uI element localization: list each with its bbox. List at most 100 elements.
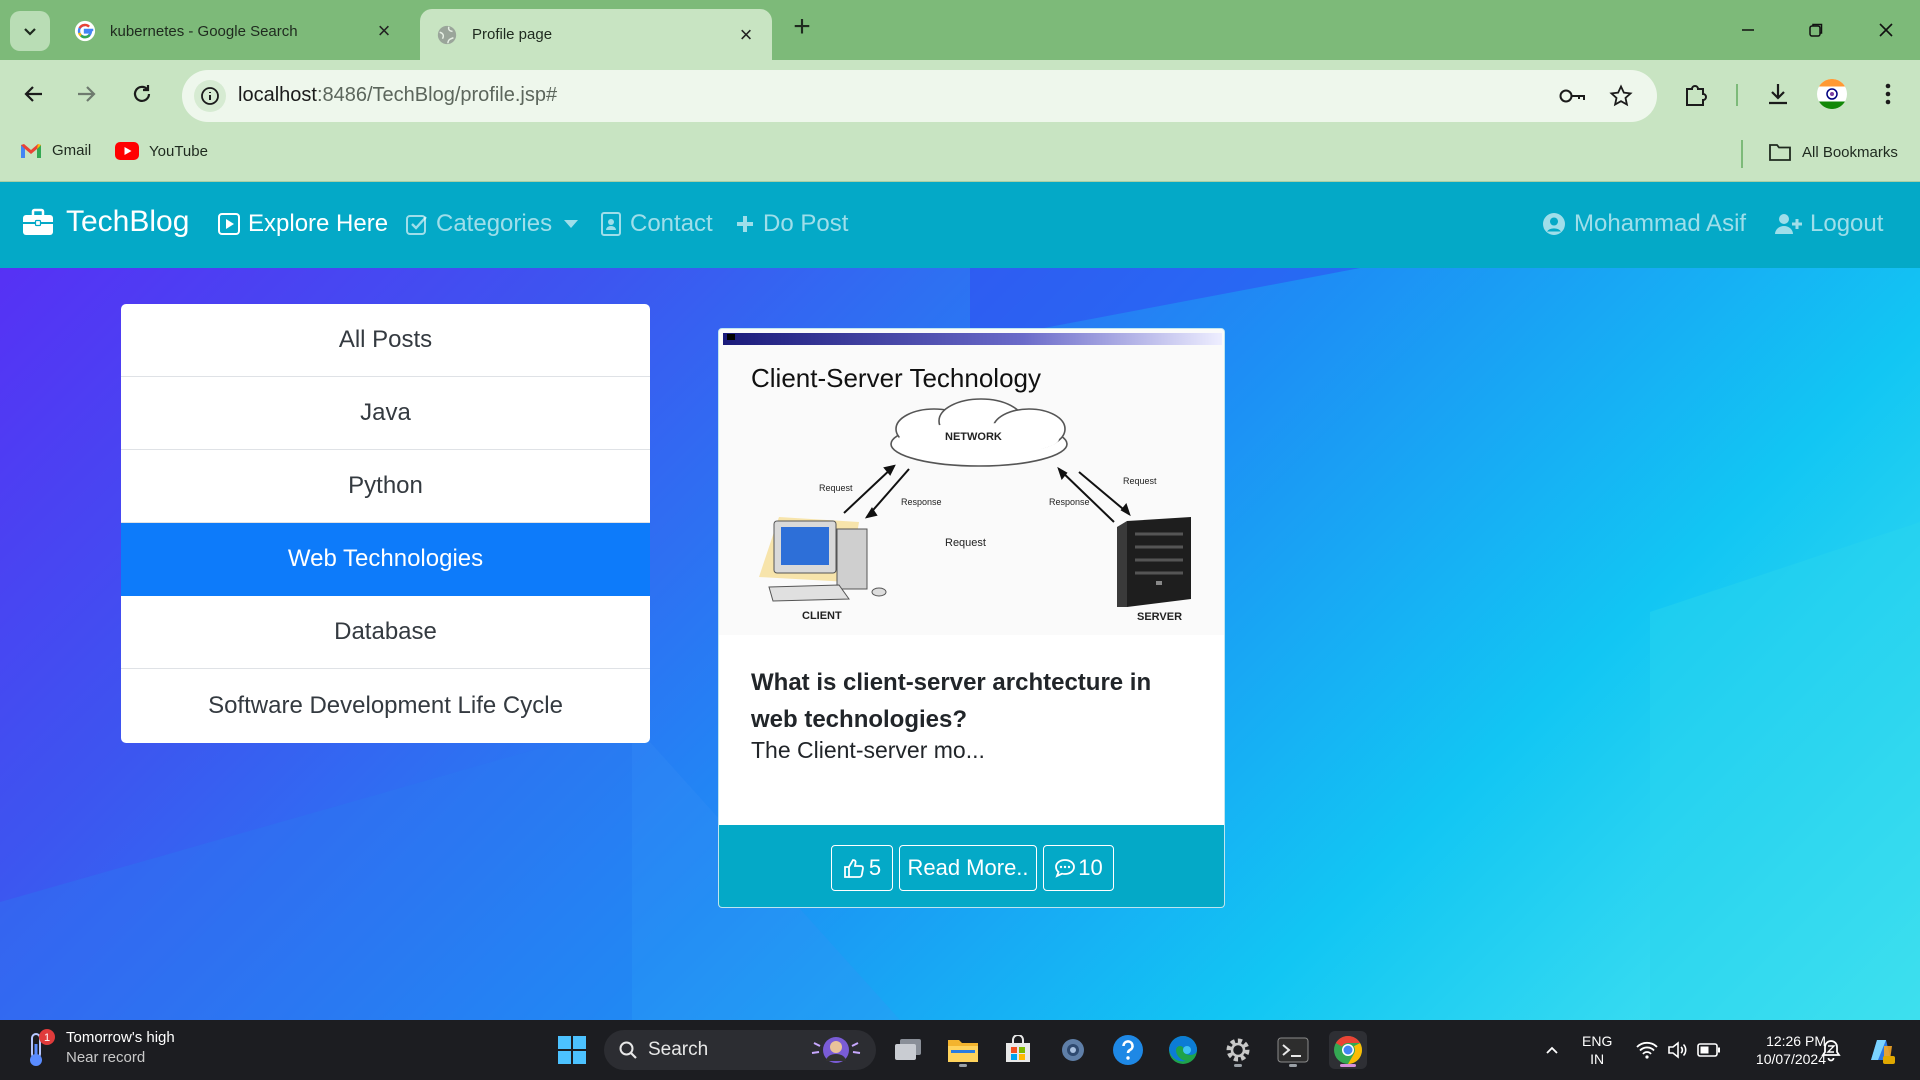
browser-menu-button[interactable] (1872, 78, 1904, 110)
category-item-java[interactable]: Java (121, 377, 650, 450)
edge-browser-button[interactable] (1164, 1031, 1202, 1069)
gmail-icon (21, 143, 41, 158)
bookmark-youtube[interactable]: YouTube (115, 142, 208, 160)
search-highlight-icon (811, 1037, 861, 1063)
task-view-icon (895, 1039, 921, 1060)
terminal-icon (1277, 1037, 1309, 1063)
terminal-button[interactable] (1274, 1031, 1312, 1069)
bookmark-star-button[interactable] (1607, 82, 1635, 110)
windows-logo-icon (558, 1036, 586, 1064)
close-window-button[interactable] (1866, 14, 1906, 46)
running-indicator (1234, 1064, 1242, 1067)
puzzle-icon (1686, 85, 1707, 106)
image-heading: Client-Server Technology (751, 363, 1041, 393)
tab-google-search[interactable]: kubernetes - Google Search × (58, 11, 410, 51)
nav-logout[interactable]: Logout (1774, 210, 1883, 238)
category-item-sdlc[interactable]: Software Development Life Cycle (121, 669, 650, 743)
like-button[interactable]: 5 (831, 845, 893, 891)
bookmark-label: Gmail (52, 142, 92, 159)
password-key-button[interactable] (1558, 82, 1586, 110)
label-network: NETWORK (945, 431, 1002, 443)
briefcase-icon (23, 208, 53, 235)
comment-count: 10 (1078, 855, 1103, 880)
notifications-button[interactable] (1816, 1031, 1846, 1069)
get-help-button[interactable] (1109, 1031, 1147, 1069)
brand-name: TechBlog (66, 205, 190, 238)
microsoft-store-button[interactable] (999, 1031, 1037, 1069)
language-line2: IN (1590, 1051, 1605, 1067)
nav-explore-here[interactable]: Explore Here (218, 210, 388, 238)
extensions-button[interactable] (1680, 78, 1712, 110)
clock[interactable]: 12:26 PM 10/07/2024 (1736, 1032, 1826, 1068)
windows-taskbar: 1 Tomorrow's high Near record Search ENG… (0, 1020, 1920, 1080)
restore-icon (1809, 23, 1823, 37)
check-square-icon (406, 215, 427, 235)
tab-search-button[interactable] (10, 11, 50, 51)
running-indicator (959, 1064, 967, 1067)
back-button[interactable] (16, 76, 52, 112)
chevron-down-icon (24, 28, 36, 36)
globe-icon (437, 25, 457, 44)
language-indicator[interactable]: ENG IN (1582, 1032, 1612, 1068)
profile-avatar-button[interactable] (1816, 78, 1848, 110)
weather-badge: 1 (44, 1032, 50, 1044)
google-g-icon (74, 20, 96, 42)
bookmarks-bar: Gmail YouTube All Bookmarks (0, 128, 1920, 182)
taskbar-search[interactable]: Search (604, 1030, 876, 1070)
category-item-all-posts[interactable]: All Posts (121, 304, 650, 377)
arrow-left-icon (24, 86, 42, 102)
url-text[interactable]: localhost:8486/TechBlog/profile.jsp# (238, 84, 557, 107)
nav-do-post[interactable]: Do Post (735, 210, 848, 238)
close-icon[interactable]: × (374, 20, 394, 42)
tab-title: Profile page (472, 26, 553, 43)
nav-user-profile[interactable]: Mohammad Asif (1542, 210, 1746, 238)
battery-icon (1697, 1043, 1720, 1057)
label-request-left: Request (819, 483, 853, 493)
chevron-up-icon (1546, 1046, 1558, 1054)
minimize-icon (1742, 29, 1754, 31)
reload-button[interactable] (124, 76, 160, 112)
chrome-button[interactable] (1329, 1031, 1367, 1069)
folder-icon (948, 1040, 978, 1062)
label-client: CLIENT (802, 610, 842, 622)
forward-button[interactable] (68, 76, 104, 112)
network-volume-battery-group[interactable] (1630, 1031, 1726, 1069)
restore-button[interactable] (1796, 14, 1836, 46)
address-bar[interactable]: localhost:8486/TechBlog/profile.jsp# (182, 70, 1657, 122)
tab-profile-page[interactable]: Profile page × (420, 9, 772, 60)
nav-label: Explore Here (248, 210, 389, 237)
brand-link[interactable]: TechBlog (22, 205, 189, 239)
gear-icon (1226, 1038, 1250, 1062)
post-excerpt: The Client-server mo... (751, 737, 985, 763)
read-more-button[interactable]: Read More.. (899, 845, 1037, 891)
all-bookmarks-label: All Bookmarks (1802, 143, 1898, 161)
file-explorer-button[interactable] (944, 1031, 982, 1069)
server-icon (1117, 517, 1191, 607)
show-hidden-icons-button[interactable] (1534, 1031, 1570, 1069)
category-item-web-technologies[interactable]: Web Technologies (121, 523, 650, 596)
comments-button[interactable]: 10 (1043, 845, 1114, 891)
task-view-button[interactable] (889, 1031, 927, 1069)
system-settings-button[interactable] (1219, 1031, 1257, 1069)
start-button[interactable] (553, 1031, 591, 1069)
copilot-button[interactable] (1862, 1031, 1900, 1069)
info-icon (201, 87, 219, 105)
minimize-button[interactable] (1728, 14, 1768, 46)
settings-app-button[interactable] (1054, 1031, 1092, 1069)
bookmark-gmail[interactable]: Gmail (20, 142, 91, 159)
close-icon[interactable]: × (736, 23, 756, 45)
new-tab-button[interactable]: + (788, 12, 816, 42)
browser-titlebar: kubernetes - Google Search × Profile pag… (0, 0, 1920, 60)
weather-widget[interactable]: 1 Tomorrow's high Near record (24, 1028, 175, 1068)
category-item-database[interactable]: Database (121, 596, 650, 669)
all-bookmarks-button[interactable]: All Bookmarks (1768, 142, 1898, 162)
downloads-button[interactable] (1762, 78, 1794, 110)
star-icon (1609, 84, 1633, 107)
plus-icon (737, 216, 753, 232)
category-item-python[interactable]: Python (121, 450, 650, 523)
site-info-button[interactable] (194, 80, 226, 112)
nav-categories-dropdown[interactable]: Categories (406, 210, 579, 238)
settings-gear-icon (1062, 1039, 1084, 1061)
nav-contact[interactable]: Contact (600, 210, 713, 238)
label-response-right: Response (1049, 497, 1090, 507)
